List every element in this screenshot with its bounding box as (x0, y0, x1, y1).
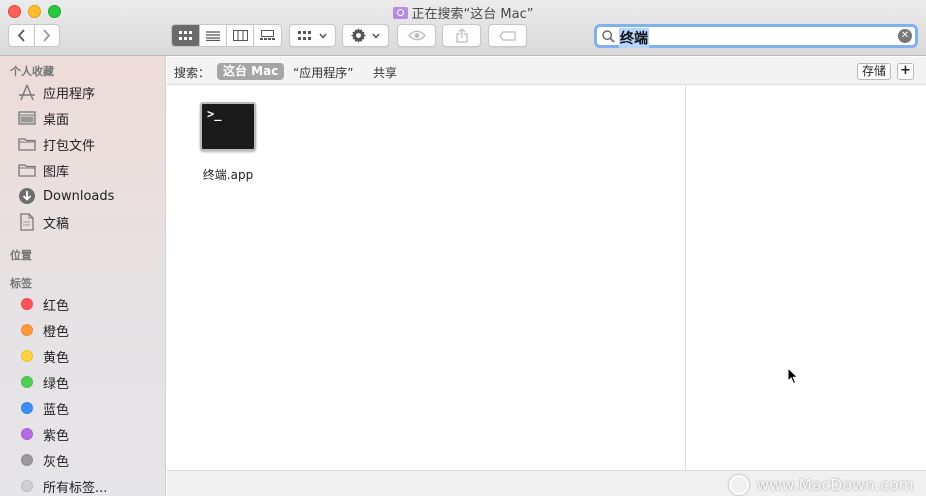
chevron-right-icon (43, 29, 51, 42)
chevron-down-icon (372, 33, 380, 39)
finder-window: 正在搜索“这台 Mac” 终端 ✕ 个人收藏 应用程序 桌面 打包文件 图库 D… (0, 0, 926, 496)
add-criteria-button[interactable]: + (897, 63, 914, 80)
action-menu-button[interactable] (342, 24, 389, 47)
sidebar-item-library[interactable]: 图库 (17, 159, 165, 181)
downloads-icon (17, 187, 37, 205)
scope-this-mac-button[interactable]: 这台 Mac (217, 63, 285, 80)
mouse-pointer-icon (787, 367, 799, 385)
result-item-name: 终端.app (202, 168, 254, 182)
group-by-button[interactable] (289, 24, 336, 47)
forward-button[interactable] (35, 25, 60, 46)
column-view-button[interactable] (227, 25, 254, 46)
columns-icon (232, 30, 248, 41)
tag-dot-icon (21, 402, 33, 414)
sidebar-section-tags: 标签 (10, 277, 32, 290)
view-mode-control (171, 24, 282, 47)
watermark: www.MacDown.com (728, 475, 914, 495)
tag-dot-icon (21, 376, 33, 388)
share-icon (455, 28, 468, 43)
sidebar-item-downloads[interactable]: Downloads (17, 185, 165, 207)
tag-dot-icon (21, 428, 33, 440)
sidebar-tag-purple[interactable]: 紫色 (17, 423, 165, 445)
sidebar-tag-gray[interactable]: 灰色 (17, 449, 165, 471)
list-icon (206, 30, 220, 41)
sidebar-item-packages[interactable]: 打包文件 (17, 133, 165, 155)
window-title: 正在搜索“这台 Mac” (0, 3, 926, 22)
results-area: >_ 终端.app (167, 86, 685, 470)
tag-dot-icon (21, 454, 33, 466)
sidebar-section-locations: 位置 (10, 249, 32, 262)
scope-applications-button[interactable]: “应用程序” (293, 64, 353, 81)
sidebar-item-applications[interactable]: 应用程序 (17, 81, 165, 103)
applications-icon (17, 84, 37, 101)
sidebar-tag-red[interactable]: 红色 (17, 293, 165, 315)
sidebar-all-tags[interactable]: 所有标签... (17, 475, 165, 496)
macdown-logo-icon (728, 475, 749, 495)
scope-shared-button[interactable]: 共享 (373, 64, 397, 81)
all-tags-icon (21, 480, 33, 492)
sidebar-tag-blue[interactable]: 蓝色 (17, 397, 165, 419)
smart-folder-icon (392, 7, 408, 19)
sidebar: 个人收藏 应用程序 桌面 打包文件 图库 Downloads 文稿 位置 标签 … (0, 56, 166, 496)
sidebar-item-desktop[interactable]: 桌面 (17, 107, 165, 129)
chevron-down-icon (319, 33, 327, 39)
icon-view-button[interactable] (172, 25, 200, 46)
desktop-icon (17, 111, 37, 125)
clear-search-icon[interactable]: ✕ (898, 29, 912, 43)
back-button[interactable] (9, 25, 35, 46)
search-scope-bar: 搜索： 这台 Mac “应用程序” 共享 存储 + (167, 57, 926, 85)
toolbar: 正在搜索“这台 Mac” 终端 ✕ (0, 0, 926, 56)
group-grid-icon (298, 30, 311, 40)
folder-icon (17, 137, 37, 151)
icon-grid-icon (178, 30, 192, 40)
sidebar-tag-yellow[interactable]: 黄色 (17, 345, 165, 367)
sidebar-item-documents[interactable]: 文稿 (17, 211, 165, 233)
sidebar-tag-green[interactable]: 绿色 (17, 371, 165, 393)
eye-icon (407, 30, 426, 41)
tag-icon (498, 30, 516, 41)
documents-icon (17, 213, 37, 231)
terminal-app-icon: >_ (200, 102, 256, 151)
tag-dot-icon (21, 350, 33, 362)
gallery-icon (260, 30, 275, 40)
preview-pane (685, 86, 926, 470)
tags-button[interactable] (488, 24, 527, 47)
status-bar: www.MacDown.com (167, 470, 926, 496)
scope-label: 搜索： (174, 66, 211, 80)
save-search-button[interactable]: 存储 (857, 63, 892, 80)
quick-look-button[interactable] (397, 24, 436, 47)
tag-dot-icon (21, 324, 33, 336)
tag-dot-icon (21, 298, 33, 310)
chevron-left-icon (17, 29, 25, 42)
search-input[interactable]: 终端 (619, 28, 649, 48)
folder-icon (17, 163, 37, 177)
search-field[interactable]: 终端 ✕ (594, 24, 918, 48)
sidebar-section-favorites: 个人收藏 (10, 65, 54, 78)
gallery-view-button[interactable] (254, 25, 281, 46)
search-icon (602, 30, 615, 43)
navigation-buttons (8, 24, 60, 47)
share-button[interactable] (442, 24, 481, 47)
result-item[interactable]: >_ 终端.app (193, 102, 263, 183)
list-view-button[interactable] (200, 25, 227, 46)
sidebar-tag-orange[interactable]: 橙色 (17, 319, 165, 341)
gear-icon (351, 28, 366, 43)
